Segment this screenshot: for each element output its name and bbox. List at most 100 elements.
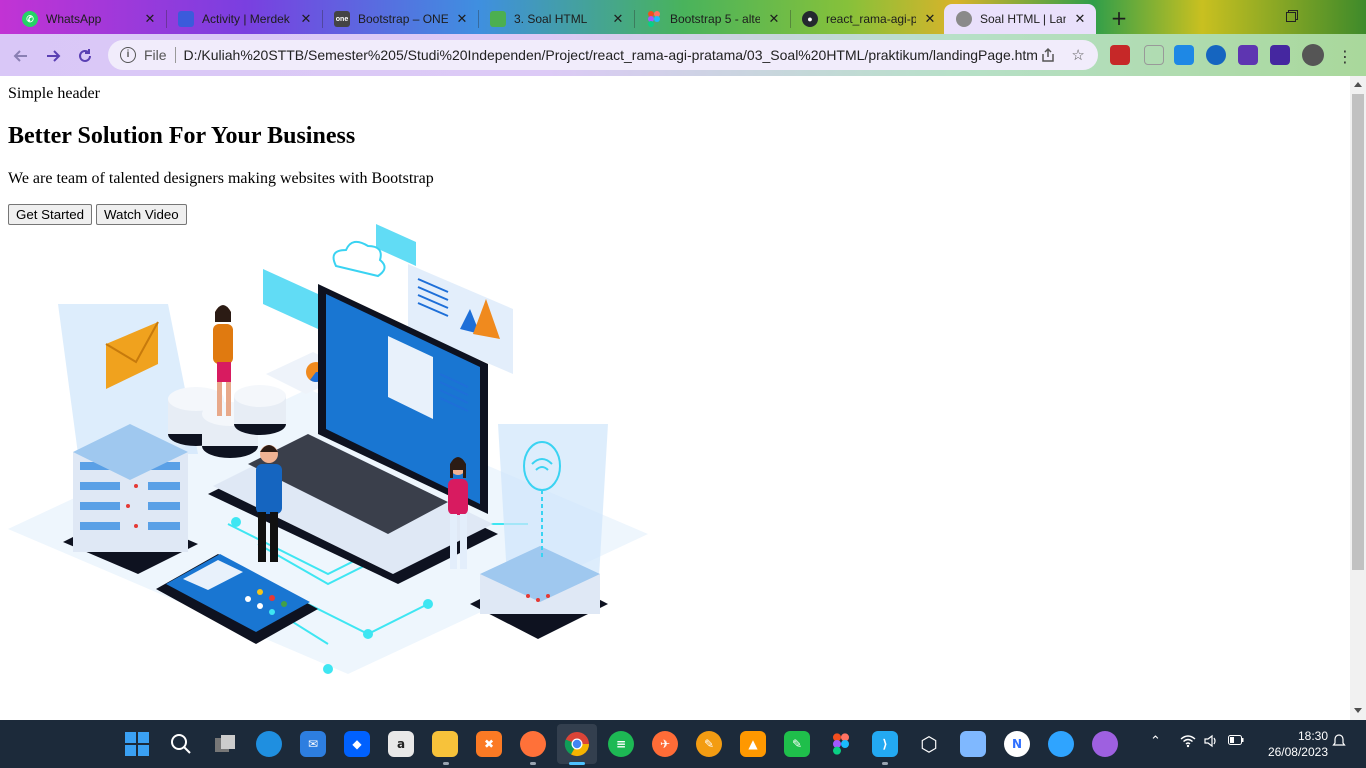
tab-github-repo[interactable]: ● react_rama-agi-p ✕: [790, 4, 946, 34]
kampus-merdeka-icon: [178, 11, 194, 27]
figma-icon: [646, 11, 662, 27]
start-icon[interactable]: [124, 731, 150, 757]
floating-panel-cyan: [263, 269, 318, 329]
arrow-left-icon: [13, 50, 27, 62]
mail-icon[interactable]: ✉: [300, 731, 326, 757]
running-indicator: [882, 762, 888, 765]
close-icon[interactable]: ✕: [766, 11, 782, 27]
close-icon[interactable]: ✕: [454, 11, 470, 27]
volume-icon[interactable]: [1204, 734, 1218, 752]
restore-icon: [1286, 10, 1298, 22]
extension-placeholder-icon[interactable]: [1144, 45, 1164, 65]
reload-icon: [79, 49, 91, 62]
maps-icon[interactable]: ✎: [784, 731, 810, 757]
bookmark-star-icon[interactable]: ☆: [1068, 45, 1088, 65]
plus-icon: +: [1110, 6, 1128, 30]
page-viewport: Simple header Better Solution For Your B…: [0, 76, 1350, 720]
tab-bootstrap5-figma[interactable]: Bootstrap 5 - alte ✕: [634, 4, 790, 34]
notification-icon[interactable]: [1332, 734, 1346, 752]
restore-window-button[interactable]: [1272, 4, 1312, 28]
watch-video-button[interactable]: Watch Video: [96, 204, 187, 225]
side-panel-icon[interactable]: [1270, 45, 1290, 65]
close-icon[interactable]: ✕: [298, 11, 314, 27]
scroll-up-arrow-icon[interactable]: [1354, 82, 1362, 87]
clock-date: 26/08/2023: [1267, 745, 1328, 759]
tab-bootstrap-one[interactable]: one Bootstrap – ONE ✕: [322, 4, 478, 34]
cloud-icon[interactable]: [1048, 731, 1074, 757]
profile-avatar[interactable]: [1302, 44, 1324, 66]
battery-icon[interactable]: [1228, 734, 1244, 749]
tab-title: 3. Soal HTML: [514, 12, 588, 26]
figma-icon[interactable]: [828, 731, 854, 757]
hero-subtitle: We are team of talented designers making…: [8, 170, 434, 187]
running-indicator: [443, 762, 449, 765]
cube-icon[interactable]: [960, 731, 986, 757]
url-text[interactable]: D:/Kuliah%20STTB/Semester%205/Studi%20In…: [184, 47, 1039, 63]
new-tab-button[interactable]: +: [1106, 6, 1132, 30]
tab-soal-html[interactable]: 3. Soal HTML ✕: [478, 4, 634, 34]
pencil-icon[interactable]: ✎: [696, 731, 722, 757]
task-view-icon[interactable]: [212, 731, 238, 757]
clock-time: 18:30: [1297, 729, 1328, 743]
notebook-icon: [490, 11, 506, 27]
close-icon[interactable]: ✕: [922, 11, 938, 27]
sublime-icon[interactable]: ▲: [740, 731, 766, 757]
tab-soal-html-landing-active[interactable]: Soal HTML | Landi ✕: [944, 4, 1096, 34]
search-icon[interactable]: [168, 731, 194, 757]
close-icon[interactable]: ✕: [1072, 11, 1088, 27]
notion-icon[interactable]: N: [1004, 731, 1030, 757]
one-icon: one: [334, 11, 350, 27]
reload-button[interactable]: [72, 43, 98, 69]
scrollbar-thumb[interactable]: [1352, 94, 1364, 570]
tab-title: react_rama-agi-p: [826, 12, 916, 26]
chrome-icon[interactable]: [564, 731, 590, 757]
dropbox-icon[interactable]: ◆: [344, 731, 370, 757]
forward-button[interactable]: [40, 43, 66, 69]
close-icon[interactable]: ✕: [610, 11, 626, 27]
firefox-icon[interactable]: [520, 731, 546, 757]
menu-kebab-icon[interactable]: ⋮: [1332, 43, 1358, 69]
arrow-right-icon: [47, 50, 61, 62]
edge-icon[interactable]: [256, 731, 282, 757]
active-indicator: [569, 762, 585, 765]
puzzle-extensions-icon[interactable]: [1238, 45, 1258, 65]
tab-strip: ✆ WhatsApp ✕ Activity | Merdek ✕ one Boo…: [0, 0, 1366, 34]
system-clock[interactable]: 18:30 26/08/2023: [1258, 728, 1328, 760]
page-copy-extension-icon[interactable]: [1174, 45, 1194, 65]
back-button[interactable]: [8, 43, 34, 69]
divider: [174, 47, 176, 63]
close-icon[interactable]: ✕: [142, 11, 158, 27]
feather-extension-icon[interactable]: [1206, 45, 1226, 65]
address-bar[interactable]: i File D:/Kuliah%20STTB/Semester%205/Stu…: [108, 40, 1098, 70]
tab-title: Bootstrap – ONE: [358, 12, 448, 26]
postman-icon[interactable]: ✈: [652, 731, 678, 757]
hero-illustration: [8, 224, 648, 674]
share-icon[interactable]: [1038, 45, 1058, 65]
spotify-icon[interactable]: ≡: [608, 731, 634, 757]
tab-whatsapp[interactable]: ✆ WhatsApp ✕: [10, 4, 166, 34]
tray-overflow-chevron-icon[interactable]: ⌃: [1150, 734, 1161, 749]
file-explorer-icon[interactable]: [432, 731, 458, 757]
amazon-icon[interactable]: a: [388, 731, 414, 757]
get-started-button[interactable]: Get Started: [8, 204, 92, 225]
running-indicator: [530, 762, 536, 765]
page-scrollbar[interactable]: [1350, 76, 1366, 720]
xampp-icon[interactable]: ✖: [476, 731, 502, 757]
tab-title: Bootstrap 5 - alte: [670, 12, 760, 26]
info-icon[interactable]: i: [120, 47, 136, 63]
windows-taskbar: ✉ ◆ a ✖ ≡ ✈ ✎ ▲ ✎ ⟩ ⬡ N ⌃ 18:30 26/08/20…: [0, 720, 1366, 768]
floating-panel-small: [376, 224, 416, 266]
wifi-tray-icon[interactable]: [1180, 734, 1196, 752]
virtualbox-icon[interactable]: ⬡: [916, 731, 942, 757]
mcafee-extension-icon[interactable]: [1110, 45, 1130, 65]
github-desktop-icon[interactable]: [1092, 731, 1118, 757]
simple-header: Simple header: [8, 85, 100, 102]
tab-title: Activity | Merdek: [202, 12, 290, 26]
hero-title: Better Solution For Your Business: [8, 123, 356, 149]
github-icon: ●: [802, 11, 818, 27]
tab-title: WhatsApp: [46, 12, 102, 26]
vscode-icon[interactable]: ⟩: [872, 731, 898, 757]
tab-activity-merdeka[interactable]: Activity | Merdek ✕: [166, 4, 322, 34]
tab-title: Soal HTML | Landi: [980, 12, 1066, 26]
scroll-down-arrow-icon[interactable]: [1354, 708, 1362, 713]
